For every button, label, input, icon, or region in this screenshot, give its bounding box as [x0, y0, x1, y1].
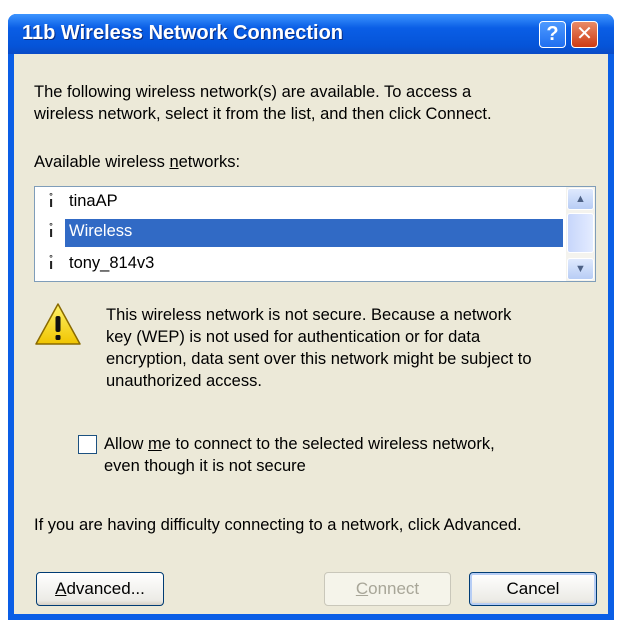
- connect-accel: C: [355, 579, 369, 598]
- warning-text-line-2: key (WEP) is not used for authentication…: [106, 328, 481, 346]
- advanced-button[interactable]: Advanced...: [36, 572, 164, 606]
- warning-text-line-3: encryption, data sent over this network …: [106, 350, 532, 368]
- selection-highlight: [65, 219, 563, 247]
- networks-label-part: etworks:: [178, 153, 241, 171]
- close-button[interactable]: ✕: [571, 21, 598, 48]
- allow-insecure-checkbox[interactable]: [78, 435, 97, 454]
- warning-text-line-4: unauthorized access.: [106, 372, 262, 390]
- title-bar[interactable]: 11b Wireless Network Connection ? ✕: [8, 14, 614, 54]
- connect-label: onnect: [368, 579, 420, 598]
- networks-label-accel: n: [169, 153, 179, 171]
- dialog-body: The following wireless network(s) are av…: [14, 54, 608, 614]
- warning-text-line-1: This wireless network is not secure. Bec…: [106, 306, 512, 324]
- networks-label: Available wireless networks:: [34, 153, 240, 172]
- allow-label-part: Allow: [104, 435, 149, 453]
- allow-insecure-label-line-2[interactable]: even though it is not secure: [104, 457, 306, 476]
- scroll-down-button[interactable]: ▼: [567, 258, 594, 280]
- wireless-antenna-icon: ı̊: [49, 256, 54, 273]
- network-item[interactable]: ı̊ tinaAP: [35, 189, 563, 217]
- list-scrollbar[interactable]: ▲ ▼: [566, 187, 595, 281]
- network-name: Wireless: [69, 222, 133, 240]
- scroll-thumb[interactable]: [567, 213, 594, 253]
- warning-icon: [35, 303, 81, 345]
- networks-label-part: Available wireless: [34, 153, 170, 171]
- network-item-selected[interactable]: ı̊ Wireless: [35, 219, 563, 247]
- help-button[interactable]: ?: [539, 21, 566, 48]
- allow-label-accel: m: [148, 435, 162, 453]
- scroll-up-button[interactable]: ▲: [567, 188, 594, 210]
- networks-listbox[interactable]: ı̊ tinaAP ı̊ Wireless ı̊ tony_814v3 ▲ ▼: [34, 186, 596, 282]
- dialog-window: 11b Wireless Network Connection ? ✕ The …: [8, 14, 614, 620]
- intro-text-line-1: The following wireless network(s) are av…: [34, 83, 472, 101]
- cancel-button[interactable]: Cancel: [469, 572, 597, 606]
- advanced-accel: A: [55, 579, 67, 598]
- intro-text-line-2: wireless network, select it from the lis…: [34, 105, 492, 123]
- help-text: If you are having difficulty connecting …: [34, 516, 522, 534]
- network-name: tony_814v3: [69, 254, 155, 272]
- dialog-title: 11b Wireless Network Connection: [22, 22, 344, 44]
- network-item[interactable]: ı̊ tony_814v3: [35, 251, 563, 279]
- allow-label-part: e to connect to the selected wireless ne…: [161, 435, 495, 453]
- network-name: tinaAP: [69, 192, 118, 210]
- advanced-label: dvanced...: [66, 579, 145, 598]
- wireless-antenna-icon: ı̊: [49, 194, 54, 211]
- allow-insecure-label[interactable]: Allow me to connect to the selected wire…: [104, 435, 495, 454]
- connect-button[interactable]: Connect: [324, 572, 451, 606]
- wireless-antenna-icon: ı̊: [49, 224, 54, 241]
